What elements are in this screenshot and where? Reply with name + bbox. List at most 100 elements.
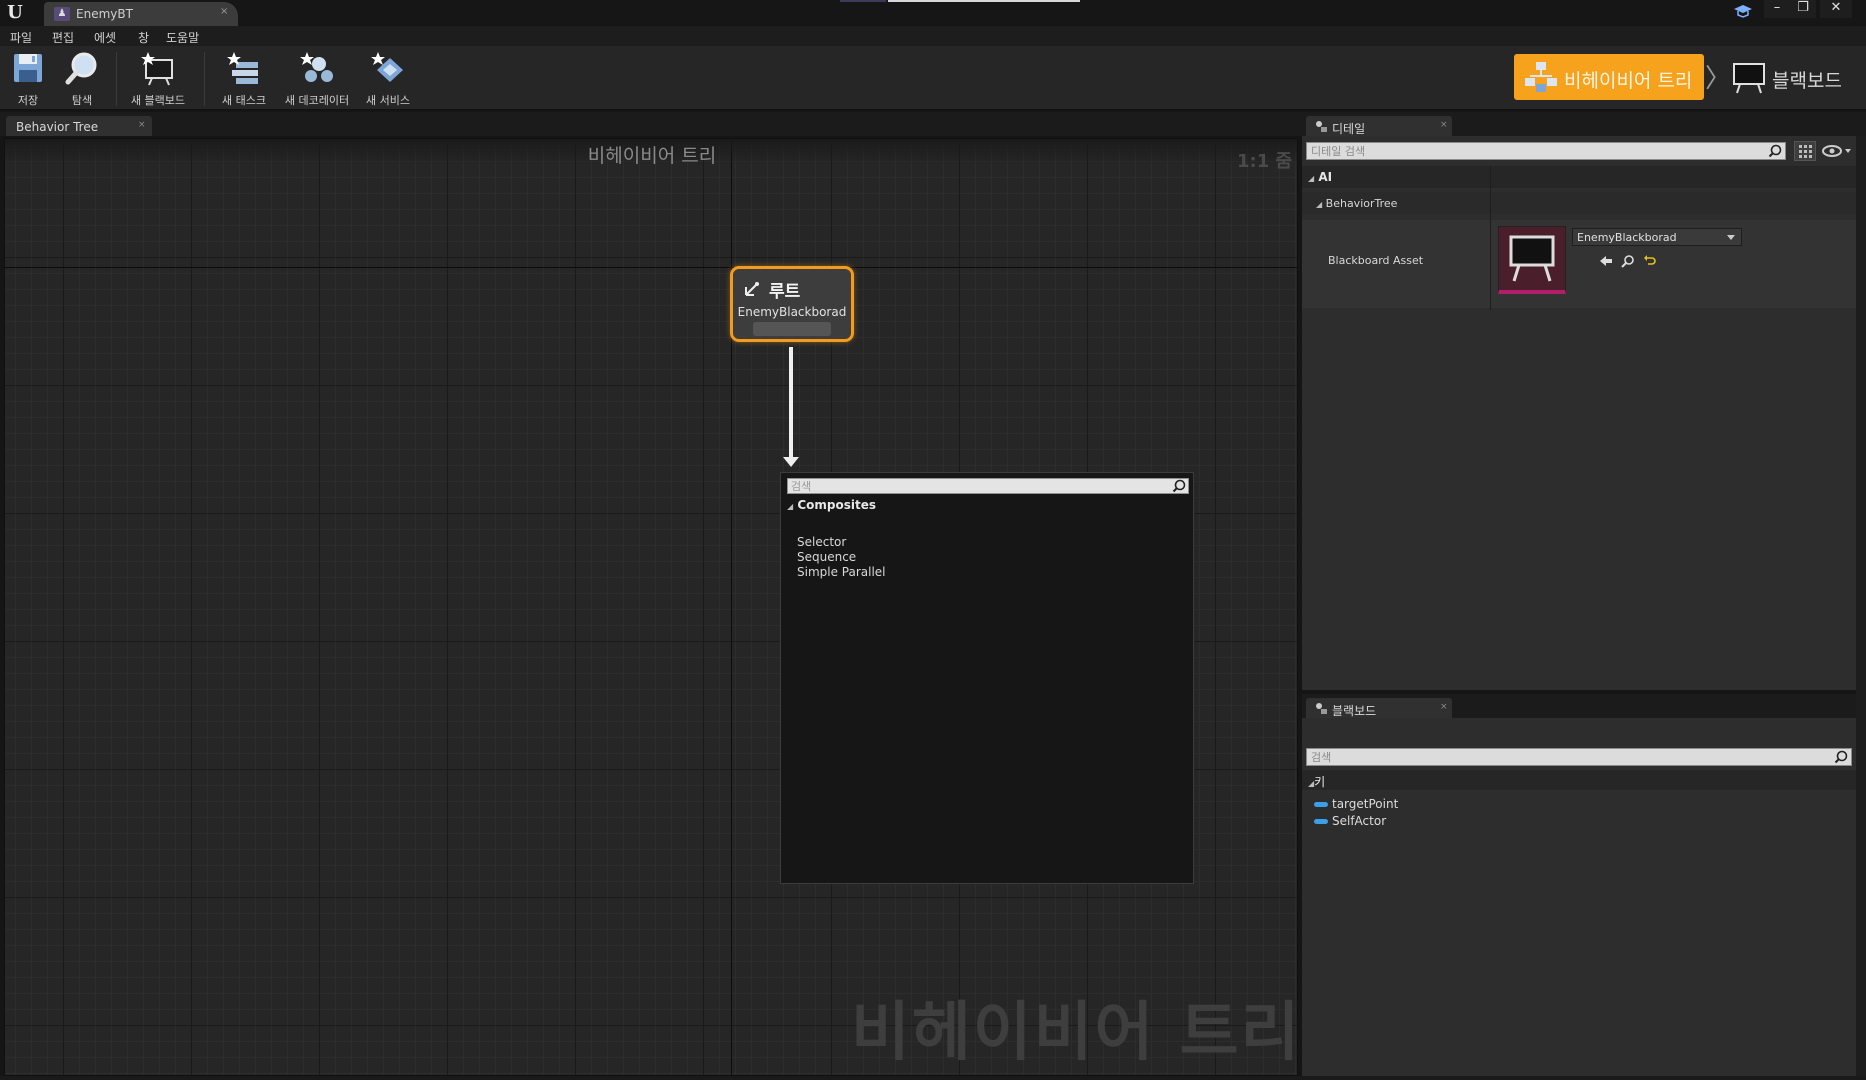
root-node-output-pin[interactable] — [753, 322, 831, 336]
asset-thumbnail[interactable] — [1498, 226, 1566, 294]
tab-details[interactable]: 디테일 × — [1306, 116, 1452, 136]
new-blackboard-icon — [140, 50, 176, 86]
context-category-label: Composites — [797, 498, 877, 512]
category-behavior-tree-label: ◢ BehaviorTree — [1316, 197, 1397, 210]
new-service-button[interactable]: 새 서비스 — [360, 50, 416, 108]
blackboard-category-keys[interactable]: ◢키 — [1302, 770, 1856, 790]
new-service-icon — [370, 50, 406, 86]
context-item-sequence[interactable]: Sequence — [797, 550, 856, 564]
new-blackboard-button[interactable]: 새 블랙보드 — [126, 50, 190, 108]
behavior-tree-mode-button[interactable]: 비헤이비어 트리 — [1514, 54, 1704, 100]
save-button[interactable]: 저장 — [8, 50, 48, 108]
window-close-button[interactable]: ✕ — [1820, 0, 1852, 18]
details-search-input[interactable] — [1311, 144, 1751, 158]
unreal-logo-icon: U — [7, 2, 23, 23]
details-tab-bar: 디테일 × — [1302, 112, 1866, 136]
minimize-button[interactable]: – — [1764, 0, 1790, 18]
blackboard-search-box — [1306, 748, 1852, 766]
grid-icon — [1799, 145, 1812, 158]
restore-button[interactable]: ❐ — [1790, 0, 1816, 18]
blackboard-category-text: 키 — [1314, 775, 1326, 789]
search-icon — [1172, 479, 1186, 493]
graph-title: 비헤이비어 트리 — [587, 145, 717, 167]
asset-picker-value: EnemyBlackborad — [1577, 231, 1677, 244]
root-node[interactable]: 루트 EnemyBlackborad — [730, 266, 854, 342]
menu-asset[interactable]: 에셋 — [94, 29, 116, 46]
tab-blackboard[interactable]: 블랙보드 × — [1306, 698, 1452, 718]
menu-file[interactable]: 파일 — [10, 29, 32, 46]
close-icon[interactable]: × — [1440, 702, 1448, 712]
close-icon[interactable]: × — [1440, 120, 1448, 130]
property-row-blackboard-asset: Blackboard Asset EnemyBlackborad — [1302, 220, 1856, 308]
document-tab-label: EnemyBT — [76, 7, 133, 21]
expand-triangle-icon: ◢ — [1316, 200, 1323, 209]
tab-behavior-tree[interactable]: Behavior Tree × — [6, 116, 152, 136]
new-task-label: 새 태스크 — [222, 94, 266, 107]
arrow-left-icon — [1600, 256, 1612, 266]
tab-blackboard-label: 블랙보드 — [1332, 704, 1377, 718]
learn-icon[interactable] — [1732, 3, 1754, 21]
close-icon[interactable]: × — [138, 120, 146, 130]
browse-button[interactable]: 탐색 — [60, 50, 104, 108]
property-matrix-button[interactable] — [1794, 141, 1816, 161]
toolbar-separator — [204, 52, 205, 106]
new-task-button[interactable]: 새 태스크 — [214, 50, 274, 108]
key-type-pill-icon — [1314, 819, 1328, 824]
behavior-tree-asset-icon: ♟ — [54, 7, 70, 21]
details-panel: ◢ AI ◢ BehaviorTree Blackboard Asset Ene… — [1302, 136, 1856, 690]
graph-watermark: 비헤이비어 트리 — [851, 996, 1298, 1070]
connection-wire — [789, 347, 793, 459]
new-decorator-label: 새 데코레이터 — [284, 94, 350, 107]
menu-bar: 파일 편집 에셋 창 도움말 — [0, 26, 1866, 46]
root-node-icon — [743, 281, 761, 297]
chevron-down-icon — [1727, 235, 1735, 240]
asset-picker-combo[interactable]: EnemyBlackborad — [1572, 228, 1742, 246]
use-selected-asset-button[interactable] — [1598, 254, 1614, 268]
scrollbar-track[interactable] — [1856, 136, 1866, 1076]
blackboard-mode-button[interactable]: 블랙보드 — [1726, 54, 1866, 100]
category-ai-label: ◢ AI — [1308, 170, 1332, 184]
browse-asset-button[interactable] — [1620, 254, 1636, 268]
blackboard-category-label: ◢키 — [1308, 773, 1325, 790]
behavior-tree-icon — [1524, 60, 1558, 94]
root-node-subtitle: EnemyBlackborad — [737, 305, 847, 319]
blackboard-key-targetpoint[interactable]: targetPoint — [1314, 796, 1514, 814]
new-task-icon — [226, 50, 262, 86]
context-item-selector[interactable]: Selector — [797, 535, 846, 549]
browse-label: 탐색 — [71, 94, 93, 107]
context-search-box — [787, 478, 1189, 494]
context-search-input[interactable] — [791, 479, 1161, 493]
context-category-composites[interactable]: ◢ Composites — [787, 498, 876, 512]
behavior-tree-mode-label: 비헤이비어 트리 — [1564, 70, 1693, 92]
magnifier-icon — [64, 50, 100, 86]
menu-help[interactable]: 도움말 — [166, 29, 199, 46]
blackboard-panel-icon — [1314, 701, 1328, 715]
save-label: 저장 — [17, 94, 39, 107]
blackboard-icon — [1509, 235, 1555, 282]
menu-window[interactable]: 창 — [138, 29, 149, 46]
graph-tab-bar: Behavior Tree × — [0, 112, 1302, 136]
menu-edit[interactable]: 편집 — [52, 29, 74, 46]
view-options-button[interactable] — [1820, 141, 1854, 161]
titlebar-highlight — [840, 0, 886, 2]
context-item-simple-parallel[interactable]: Simple Parallel — [797, 565, 886, 579]
reset-arrow-icon — [1644, 255, 1656, 265]
new-decorator-button[interactable]: 새 데코레이터 — [282, 50, 352, 108]
blackboard-search-input[interactable] — [1311, 750, 1811, 764]
tab-behavior-tree-label: Behavior Tree — [16, 120, 99, 134]
category-behavior-tree[interactable]: ◢ BehaviorTree — [1302, 192, 1856, 214]
eye-icon — [1822, 145, 1851, 157]
blackboard-key-selfactor[interactable]: SelfActor — [1314, 813, 1514, 831]
titlebar-highlight — [888, 0, 1080, 2]
reset-to-default-button[interactable] — [1642, 254, 1658, 268]
blackboard-key-label: targetPoint — [1332, 797, 1399, 811]
search-icon — [1768, 144, 1782, 158]
blackboard-panel: ◢키 targetPoint SelfActor — [1302, 718, 1856, 1076]
category-ai[interactable]: ◢ AI — [1302, 166, 1856, 188]
expand-triangle-icon: ◢ — [787, 502, 794, 511]
document-tab-enemybt[interactable]: ♟ EnemyBT × — [44, 2, 238, 26]
details-column-divider[interactable] — [1490, 166, 1491, 310]
window-bottom-edge — [0, 1076, 1866, 1080]
tab-details-label: 디테일 — [1332, 122, 1366, 136]
close-icon[interactable]: × — [220, 6, 228, 17]
